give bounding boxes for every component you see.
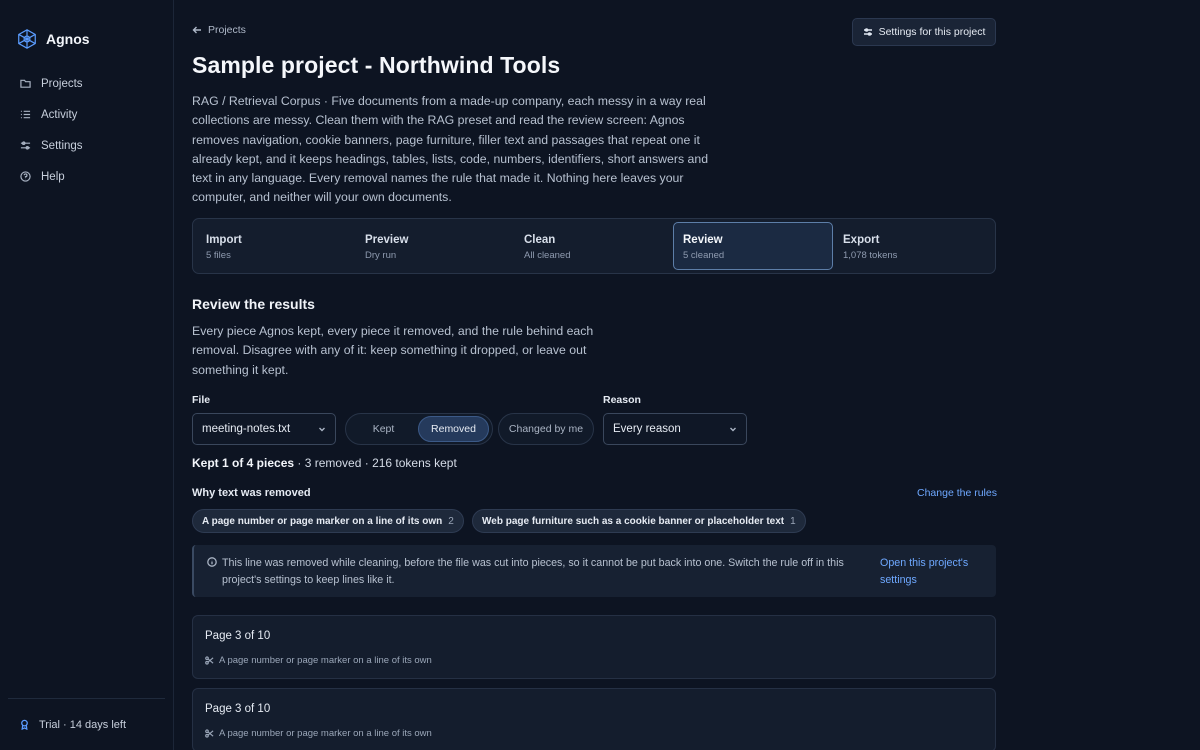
app: Agnos Projects Activity Settings Help Tr… (0, 0, 1200, 750)
piece-rule: A page number or page marker on a line o… (205, 655, 995, 666)
workflow-stepper: Import 5 files Preview Dry run Clean All… (192, 218, 996, 274)
filter-kept[interactable]: Kept (349, 416, 418, 442)
back-link-label: Projects (208, 24, 246, 36)
scissors-icon (205, 656, 214, 665)
app-name: Agnos (46, 31, 90, 47)
chip-count: 2 (448, 515, 454, 527)
award-icon (21, 719, 28, 730)
step-title: Clean (524, 234, 556, 246)
reason-label: Reason (603, 394, 641, 406)
sidebar: Agnos Projects Activity Settings Help Tr… (0, 0, 174, 750)
step-subtitle: Dry run (365, 250, 397, 261)
chip-label: Web page furniture such as a cookie bann… (482, 515, 785, 527)
step-export[interactable]: Export 1,078 tokens (833, 222, 992, 270)
main: Projects Settings for this project Sampl… (174, 0, 1200, 750)
step-title: Review (683, 234, 723, 246)
step-subtitle: 1,078 tokens (843, 250, 898, 261)
info-text: This line was removed while cleaning, be… (222, 557, 844, 586)
reason-select[interactable]: Every reason (603, 413, 747, 445)
sidebar-item-label: Projects (41, 77, 83, 90)
summary-kept: Kept 1 of 4 pieces (192, 456, 295, 470)
sidebar-item-settings[interactable]: Settings (0, 130, 173, 161)
removed-piece-card[interactable]: Page 3 of 10 A page number or page marke… (192, 688, 996, 750)
chevron-down-icon (319, 427, 325, 432)
info-notice: This line was removed while cleaning, be… (192, 545, 996, 597)
filter-removed[interactable]: Removed (418, 416, 489, 442)
sidebar-item-label: Help (41, 170, 65, 183)
sliders-icon (863, 28, 872, 36)
step-subtitle: 5 cleaned (683, 250, 725, 261)
kept-removed-toggle: Kept Removed (345, 413, 493, 445)
arrow-left-icon (192, 26, 201, 34)
settings-button-label: Settings for this project (878, 26, 986, 38)
trial-status[interactable]: Trial · 14 days left (8, 698, 165, 750)
step-title: Import (206, 234, 242, 246)
step-title: Preview (365, 234, 409, 246)
chevron-down-icon (730, 427, 736, 432)
file-label: File (192, 394, 211, 406)
scissors-icon (205, 729, 214, 738)
sidebar-nav: Projects Activity Settings Help (0, 68, 173, 192)
step-import[interactable]: Import 5 files (196, 222, 355, 270)
sidebar-item-label: Settings (41, 139, 83, 152)
piece-text: Page 3 of 10 (205, 703, 271, 715)
change-rules-link[interactable]: Change the rules (917, 487, 997, 499)
step-subtitle: 5 files (206, 250, 231, 261)
folder-icon (20, 79, 31, 88)
trial-text: Trial · 14 days left (39, 718, 127, 731)
help-circle-icon (20, 171, 31, 182)
step-review[interactable]: Review 5 cleaned (673, 222, 833, 270)
review-summary: Kept 1 of 4 pieces · 3 removed · 216 tok… (192, 456, 457, 470)
sidebar-item-help[interactable]: Help (0, 161, 173, 192)
reason-select-value: Every reason (613, 423, 681, 435)
sidebar-item-label: Activity (41, 108, 78, 121)
project-settings-button[interactable]: Settings for this project (852, 18, 996, 46)
step-title: Export (843, 234, 880, 246)
agnos-logo-icon (18, 29, 36, 49)
why-removed-title: Why text was removed (192, 487, 311, 499)
piece-text: Page 3 of 10 (205, 630, 271, 642)
page-description: RAG / Retrieval Corpus · Five documents … (192, 94, 709, 205)
step-clean[interactable]: Clean All cleaned (514, 222, 673, 270)
filter-changed-by-me[interactable]: Changed by me (498, 413, 594, 445)
chip-count: 1 (790, 515, 796, 527)
back-to-projects-link[interactable]: Projects (192, 24, 246, 36)
rule-chip-page-marker[interactable]: A page number or page marker on a line o… (192, 509, 464, 533)
page-title: Sample project - Northwind Tools (192, 52, 561, 78)
rule-chip-web-furniture[interactable]: Web page furniture such as a cookie bann… (472, 509, 806, 533)
review-section-description: Every piece Agnos kept, every piece it r… (192, 324, 594, 377)
piece-rule-label: A page number or page marker on a line o… (219, 728, 432, 739)
open-project-settings-link[interactable]: Open this project's settings (880, 555, 990, 588)
info-icon (207, 557, 217, 567)
brand[interactable]: Agnos (0, 0, 173, 60)
review-section-title: Review the results (192, 296, 315, 312)
list-icon (20, 110, 31, 119)
removed-piece-card[interactable]: Page 3 of 10 A page number or page marke… (192, 615, 996, 679)
sidebar-item-projects[interactable]: Projects (0, 68, 173, 99)
step-subtitle: All cleaned (524, 250, 571, 261)
file-select-value: meeting-notes.txt (202, 423, 291, 435)
summary-rest: · 3 removed · 216 tokens kept (294, 456, 457, 470)
piece-rule-label: A page number or page marker on a line o… (219, 655, 432, 666)
sliders-icon (20, 141, 31, 150)
file-select[interactable]: meeting-notes.txt (192, 413, 336, 445)
step-preview[interactable]: Preview Dry run (355, 222, 514, 270)
piece-rule: A page number or page marker on a line o… (205, 728, 995, 739)
chip-label: A page number or page marker on a line o… (202, 515, 443, 527)
sidebar-item-activity[interactable]: Activity (0, 99, 173, 130)
